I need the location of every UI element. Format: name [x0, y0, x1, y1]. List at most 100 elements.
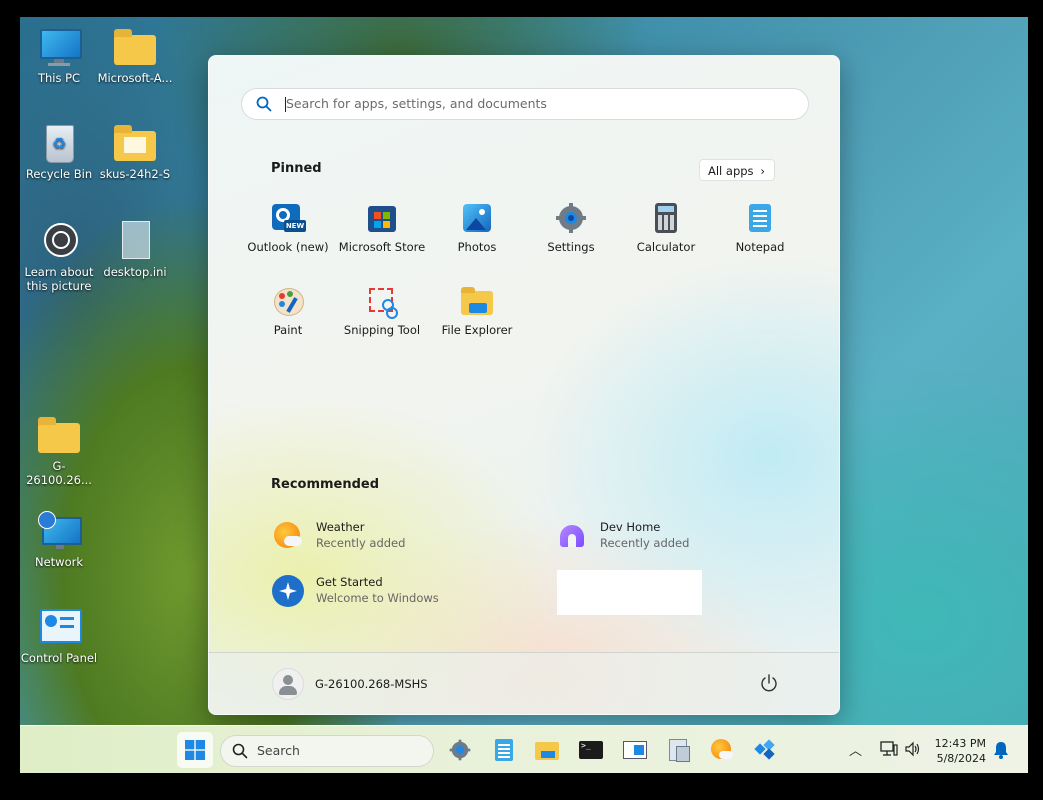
chevron-right-icon: › — [760, 164, 765, 178]
pinned-app-microsoft-store[interactable]: Microsoft Store — [334, 196, 430, 266]
desktop-icon-label: G-26100.26... — [26, 459, 92, 487]
folder-icon — [535, 742, 559, 760]
taskbar-remote-desktop[interactable] — [617, 732, 653, 768]
user-icon — [283, 675, 293, 685]
desktop-icon-label: Learn about this picture — [24, 265, 94, 293]
store-icon — [366, 202, 398, 234]
folder-icon — [461, 285, 493, 317]
pinned-app-label: Microsoft Store — [338, 240, 426, 254]
devhome-icon — [556, 520, 588, 552]
clock-time: 12:43 PM — [934, 737, 986, 750]
camera-icon — [38, 221, 80, 261]
pinned-app-settings[interactable]: Settings — [523, 196, 619, 266]
clock-date: 5/8/2024 — [936, 752, 986, 765]
start-search-input[interactable]: Search for apps, settings, and documents — [241, 88, 809, 120]
recommended-title-text: Get Started — [316, 575, 383, 589]
taskbar-app[interactable] — [747, 732, 783, 768]
desktop-icon-label: Recycle Bin — [25, 167, 93, 181]
pinned-app-label: File Explorer — [441, 323, 513, 337]
getstarted-icon — [272, 575, 304, 607]
user-name[interactable]: G-26100.268-MSHS — [315, 677, 428, 691]
desktop-icon-skus-folder[interactable]: skus-24h2-S — [96, 123, 174, 181]
desktop-icon-label: skus-24h2-S — [99, 167, 171, 181]
recommended-title-text: Weather — [316, 520, 365, 534]
recommended-item-get-started[interactable]: Get Started Welcome to Windows — [272, 571, 512, 611]
control-panel-icon — [38, 607, 82, 647]
desktop-icon-label: desktop.ini — [103, 265, 167, 279]
taskbar-weather[interactable] — [704, 732, 740, 768]
pinned-app-label: Calculator — [636, 240, 696, 254]
calculator-icon — [650, 202, 682, 234]
search-icon — [256, 96, 272, 112]
weather-icon — [272, 520, 304, 552]
folder-icon — [114, 123, 156, 163]
folder-icon — [114, 27, 156, 67]
desktop-icon-desktop-ini[interactable]: desktop.ini — [96, 221, 174, 279]
notification-bell-icon[interactable] — [993, 741, 1009, 759]
recommended-subtitle-text: Welcome to Windows — [316, 591, 439, 605]
desktop-icon-label: This PC — [37, 71, 81, 85]
cube-icon — [754, 739, 775, 760]
desktop-icon-learn-about-picture[interactable]: Learn about this picture — [20, 221, 98, 293]
search-placeholder: Search for apps, settings, and documents — [286, 96, 547, 111]
taskbar-file-manager[interactable] — [661, 732, 697, 768]
file-icon — [114, 221, 156, 261]
pinned-app-calculator[interactable]: Calculator — [618, 196, 714, 266]
user-avatar[interactable] — [272, 668, 304, 700]
taskbar-notepad[interactable] — [486, 732, 522, 768]
notepad-icon — [495, 739, 513, 761]
paint-icon — [272, 285, 304, 317]
terminal-icon: >_ — [579, 741, 603, 759]
desktop: This PC Microsoft-A... ♻ Recycle Bin sku… — [20, 17, 1028, 773]
desktop-icon-control-panel[interactable]: Control Panel — [20, 607, 98, 665]
recommended-title: Recommended — [271, 477, 380, 492]
desktop-icon-label: Network — [34, 555, 84, 569]
pinned-app-photos[interactable]: Photos — [429, 196, 525, 266]
all-apps-label: All apps — [708, 164, 754, 178]
desktop-icon-recycle-bin[interactable]: ♻ Recycle Bin — [20, 123, 98, 181]
pinned-app-label: Notepad — [735, 240, 785, 254]
windows-logo-icon — [185, 740, 205, 760]
tray-overflow-chevron-icon[interactable]: ︿ — [849, 740, 862, 759]
start-button[interactable] — [177, 732, 213, 768]
window-icon — [623, 741, 647, 759]
desktop-icon-label: Control Panel — [20, 651, 98, 665]
desktop-icon-g-folder[interactable]: G-26100.26... — [20, 415, 98, 487]
pinned-app-label: Outlook (new) — [247, 240, 329, 254]
taskbar-search-label: Search — [257, 743, 300, 758]
pinned-app-paint[interactable]: Paint — [240, 279, 336, 349]
start-footer: G-26100.268-MSHS — [209, 652, 839, 714]
recommended-item-dev-home[interactable]: Dev Home Recently added — [556, 516, 796, 556]
desktop-icon-network[interactable]: Network — [20, 511, 98, 569]
monitor-icon — [38, 27, 82, 67]
all-apps-button[interactable]: All apps › — [699, 159, 775, 181]
recommended-item-weather[interactable]: Weather Recently added — [272, 516, 512, 556]
desktop-icon-label: Microsoft-A... — [97, 71, 173, 85]
taskbar-search[interactable]: Search — [220, 735, 434, 767]
taskbar-settings[interactable] — [442, 732, 478, 768]
notepad-icon — [744, 202, 776, 234]
network-tray-icon[interactable] — [880, 741, 898, 757]
power-icon[interactable] — [759, 673, 779, 693]
pinned-app-notepad[interactable]: Notepad — [712, 196, 808, 266]
recycle-bin-icon: ♻ — [38, 123, 80, 163]
pinned-app-file-explorer[interactable]: File Explorer — [429, 279, 525, 349]
documents-icon — [669, 739, 690, 762]
weather-icon — [711, 739, 733, 759]
taskbar-terminal[interactable]: >_ — [573, 732, 609, 768]
desktop-icon-microsoft-folder[interactable]: Microsoft-A... — [96, 27, 174, 85]
taskbar: Search >_ ︿ 12:43 PM 5/8/2024 — [20, 725, 1028, 773]
recommended-subtitle-text: Recently added — [600, 536, 690, 550]
recommended-title-text: Dev Home — [600, 520, 661, 534]
clock[interactable]: 12:43 PM 5/8/2024 — [926, 736, 986, 766]
search-icon — [232, 743, 248, 759]
pinned-app-label: Paint — [273, 323, 303, 337]
pinned-app-label: Snipping Tool — [343, 323, 421, 337]
taskbar-file-explorer[interactable] — [529, 732, 565, 768]
volume-icon[interactable] — [904, 741, 922, 757]
pinned-app-label: Settings — [547, 240, 595, 254]
desktop-icon-this-pc[interactable]: This PC — [20, 27, 98, 85]
pinned-app-snipping-tool[interactable]: Snipping Tool — [334, 279, 430, 349]
outlook-icon: NEW — [272, 202, 306, 234]
pinned-app-outlook[interactable]: NEW Outlook (new) — [240, 196, 336, 266]
